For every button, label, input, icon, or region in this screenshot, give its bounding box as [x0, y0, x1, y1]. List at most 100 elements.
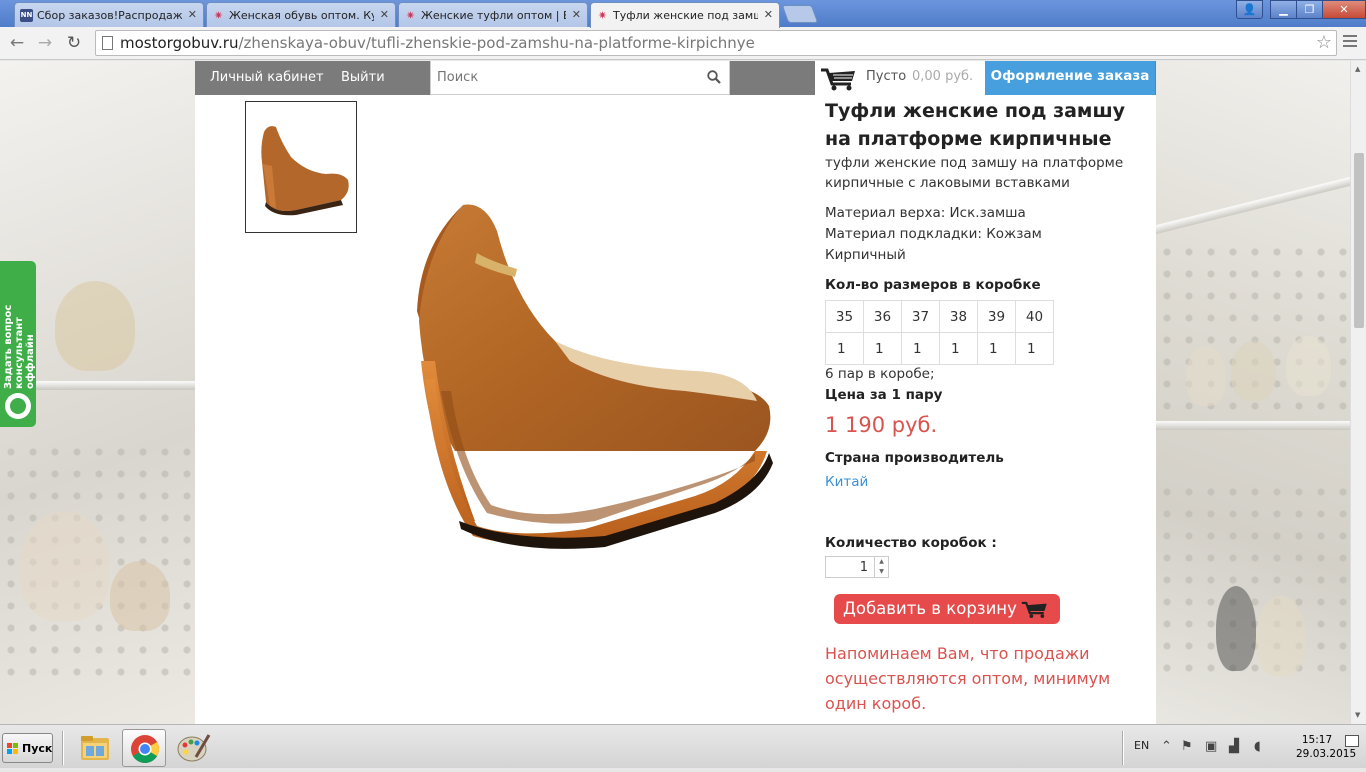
size-cell: 38 [939, 300, 978, 333]
clock-date: 29.03.2015 [1296, 748, 1357, 760]
country-link[interactable]: Китай [825, 474, 868, 490]
pairs-in-box: 6 пар в коробе; [825, 366, 935, 382]
size-cell: 39 [977, 300, 1016, 333]
url-path: /zhenskaya-obuv/tufli-zhenskie-pod-zamsh… [238, 34, 755, 52]
shoe-decoration [1256, 596, 1306, 676]
product-attributes: Материал верха: Иск.замша Материал подкл… [825, 203, 1125, 266]
quantity-spin-buttons[interactable]: ▲ ▼ [874, 557, 888, 577]
product-main-image[interactable] [395, 191, 785, 551]
scroll-up-icon[interactable]: ▲ [1355, 65, 1360, 73]
scrollbar-thumb[interactable] [1354, 153, 1364, 328]
tray-expand-icon[interactable]: ⌃ [1161, 739, 1172, 754]
bookmark-star-icon[interactable]: ☆ [1316, 32, 1332, 53]
folder-icon [81, 736, 109, 760]
system-clock[interactable]: 15:17 29.03.2015 [1296, 733, 1357, 761]
new-tab-button[interactable] [781, 5, 819, 23]
action-center-flag-icon[interactable]: ⚑ [1181, 739, 1193, 754]
star-favicon-icon: ✷ [213, 9, 224, 22]
country-label: Страна производитель [825, 450, 1004, 466]
browser-tab-2[interactable]: ✷ Женская обувь оптом. Купи ✕ [206, 2, 396, 27]
quantity-stepper: ▲ ▼ [825, 556, 889, 578]
tab-close-icon[interactable]: ✕ [572, 8, 581, 21]
device-icon[interactable]: ▣ [1205, 739, 1217, 754]
notification-icon[interactable] [1345, 735, 1359, 747]
tab-close-icon[interactable]: ✕ [764, 8, 773, 21]
shoe-decoration [1231, 341, 1276, 401]
language-indicator[interactable]: EN [1134, 739, 1149, 752]
shelf-decoration [1156, 176, 1350, 235]
restore-icon[interactable]: ❐ [1296, 0, 1323, 19]
shoe-decoration [1216, 586, 1256, 671]
nn-favicon-icon: NN [20, 9, 33, 22]
chrome-menu-icon[interactable] [1343, 35, 1357, 50]
star-favicon-icon: ✷ [405, 9, 416, 22]
cart-status: Пусто [866, 69, 907, 84]
quantity-label: Количество коробок : [825, 535, 997, 551]
forward-arrow-icon[interactable]: → [34, 32, 56, 54]
add-to-cart-button[interactable]: Добавить в корзину [834, 594, 1060, 624]
page-icon [102, 36, 113, 50]
widget-text: Задать вопрос консультант оффлайн [3, 259, 36, 389]
size-cell: 35 [825, 300, 864, 333]
product-description: туфли женские под замшу на платформе кир… [825, 155, 1124, 191]
page-viewport: Личный кабинет Выйти Пусто 0,00 руб. Офо… [0, 61, 1350, 724]
tab-close-icon[interactable]: ✕ [380, 8, 389, 21]
user-profile-icon[interactable]: 👤 [1236, 0, 1263, 19]
product-thumbnail[interactable] [245, 101, 357, 233]
taskbar-divider [62, 731, 64, 765]
product-price: 1 190 руб. [825, 413, 938, 437]
back-arrow-icon[interactable]: ← [6, 32, 28, 54]
quantity-input[interactable] [826, 557, 874, 577]
windows-logo-icon [7, 743, 19, 755]
mini-cart[interactable]: Пусто 0,00 руб. [815, 61, 985, 95]
search-input[interactable] [431, 61, 701, 93]
browser-toolbar: ← → ↻ mostorgobuv.ru/zhenskaya-obuv/tufl… [0, 27, 1366, 60]
checkout-button[interactable]: Оформление заказа [985, 61, 1155, 95]
paint-icon [177, 734, 211, 762]
chrome-taskbar-button[interactable] [122, 729, 166, 767]
volume-icon[interactable]: ◖ [1254, 739, 1261, 754]
search-box [430, 61, 730, 95]
explorer-taskbar-button[interactable] [73, 729, 117, 767]
reload-icon[interactable]: ↻ [63, 32, 85, 54]
minimize-icon[interactable]: ▁ [1270, 0, 1297, 19]
logout-link[interactable]: Выйти [341, 61, 385, 95]
start-button[interactable]: Пуск [2, 733, 53, 763]
browser-tab-strip: NN Сбор заказов!Распродажа д ✕ ✷ Женская… [0, 0, 1366, 28]
browser-tab-3[interactable]: ✷ Женские туфли оптом | Ве ✕ [398, 2, 588, 27]
vertical-scrollbar[interactable]: ▲ ▼ [1350, 61, 1366, 724]
add-to-cart-label: Добавить в корзину [843, 599, 1017, 618]
tab-close-icon[interactable]: ✕ [188, 8, 197, 21]
size-cell: 40 [1015, 300, 1054, 333]
close-window-icon[interactable]: ✕ [1322, 0, 1366, 19]
clock-time: 15:17 [1301, 734, 1333, 746]
search-icon[interactable] [707, 70, 721, 84]
browser-tab-1[interactable]: NN Сбор заказов!Распродажа д ✕ [14, 2, 204, 27]
attribute-color: Кирпичный [825, 247, 906, 263]
account-link[interactable]: Личный кабинет [210, 61, 324, 95]
widget-line-1: Задать вопрос [3, 304, 14, 389]
start-label: Пуск [22, 742, 53, 755]
taskbar-divider [1122, 731, 1124, 765]
spin-down-icon[interactable]: ▼ [875, 567, 888, 577]
quantity-cell: 1 [977, 332, 1016, 365]
ask-question-widget[interactable]: Задать вопрос консультант оффлайн [0, 261, 36, 427]
scroll-down-icon[interactable]: ▼ [1355, 711, 1360, 719]
paint-taskbar-button[interactable] [171, 729, 215, 767]
star-favicon-icon: ✷ [597, 9, 608, 22]
size-cell: 37 [901, 300, 940, 333]
consultant-logo-icon [5, 393, 31, 419]
quantity-cell: 1 [939, 332, 978, 365]
tab-title: Сбор заказов!Распродажа д [37, 9, 182, 22]
shoe-decoration [20, 511, 110, 621]
price-label: Цена за 1 пару [825, 387, 943, 403]
address-bar[interactable]: mostorgobuv.ru/zhenskaya-obuv/tufli-zhen… [95, 30, 1337, 56]
attribute-upper-material: Материал верха: Иск.замша [825, 205, 1026, 221]
tab-title: Женская обувь оптом. Купи [229, 9, 374, 22]
browser-tab-4-active[interactable]: ✷ Туфли женские под замшу ✕ [590, 2, 780, 28]
product-title: Туфли женские под замшу на платформе кир… [825, 100, 1126, 150]
sizes-heading: Кол-во размеров в коробке [825, 277, 1041, 293]
network-signal-icon[interactable]: ▟ [1229, 739, 1239, 754]
background-right [1156, 61, 1350, 724]
spin-up-icon[interactable]: ▲ [875, 557, 888, 567]
